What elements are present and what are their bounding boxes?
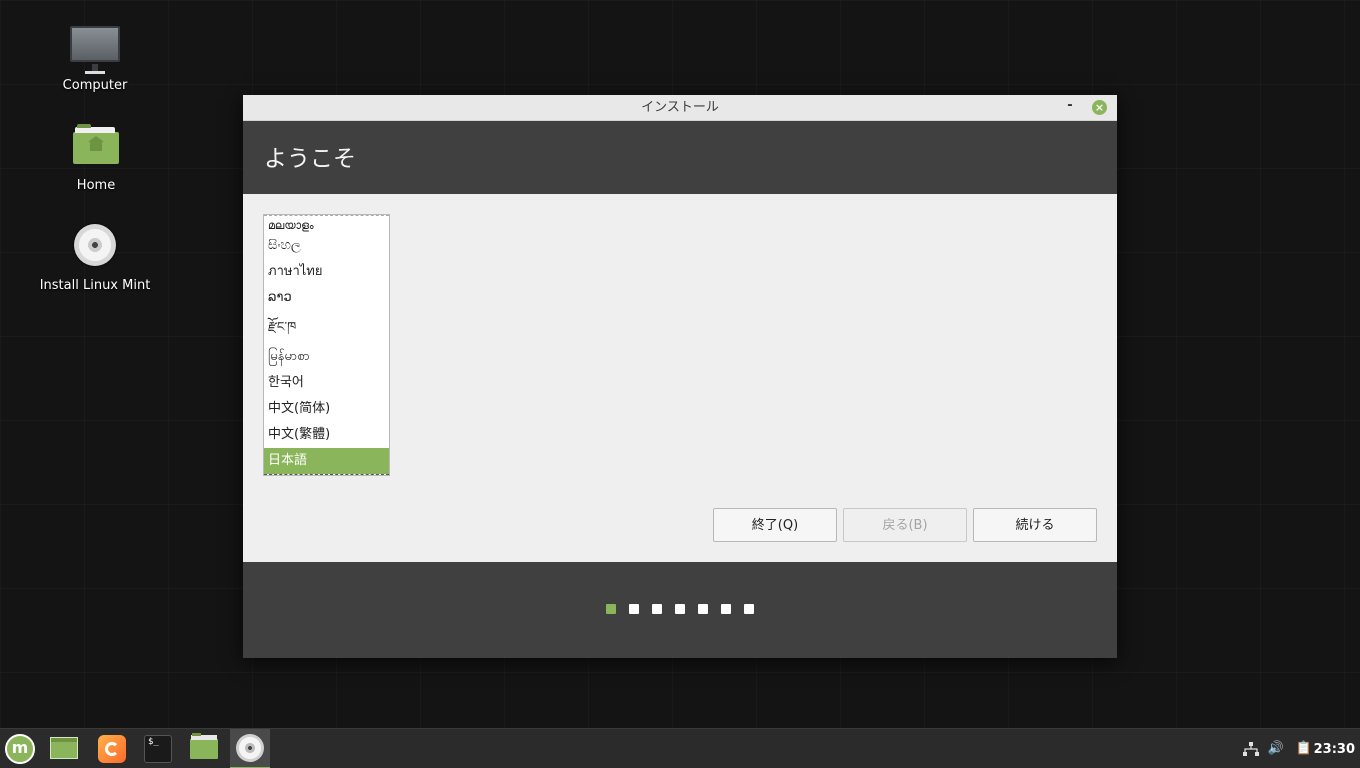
firefox-icon: [98, 735, 126, 763]
terminal-icon: $_: [144, 735, 172, 763]
list-bottom-edge: [264, 474, 389, 475]
clipboard-icon[interactable]: 📋: [1295, 741, 1313, 757]
language-list[interactable]: മലയാളം සිංහල ภาษาไทย ລາວ རྫོང་ཁ မြန်မာစာ…: [263, 214, 390, 476]
back-button[interactable]: 戻る(B): [843, 508, 967, 542]
step-dot: [629, 604, 639, 614]
language-item-thai[interactable]: ภาษาไทย: [264, 259, 389, 285]
taskbar: $_ 🔊 📋 23:30: [0, 728, 1360, 768]
desktop-icon-computer[interactable]: Computer: [35, 22, 155, 93]
step-dot: [721, 604, 731, 614]
language-item-burmese[interactable]: မြန်မာစာ: [264, 344, 389, 370]
firefox-launcher[interactable]: [92, 729, 132, 768]
continue-button[interactable]: 続ける: [973, 508, 1097, 542]
language-item-lao[interactable]: ລາວ: [264, 285, 389, 311]
language-item-sinhala[interactable]: සිංහල: [264, 233, 389, 259]
step-dot: [606, 604, 616, 614]
page-header: ようこそ: [243, 121, 1117, 194]
step-dot: [744, 604, 754, 614]
language-item-malayalam[interactable]: മലയാളം: [264, 215, 389, 232]
window-titlebar[interactable]: インストール - ×: [243, 95, 1117, 121]
desktop-icon-label: Computer: [62, 78, 128, 93]
disc-icon: [236, 734, 264, 762]
close-button[interactable]: ×: [1092, 100, 1107, 115]
step-dot: [652, 604, 662, 614]
language-item-dzongkha[interactable]: རྫོང་ཁ: [264, 311, 389, 344]
list-top-edge: [264, 215, 389, 216]
terminal-launcher[interactable]: $_: [138, 729, 178, 768]
language-item-chinese-traditional[interactable]: 中文(繁體): [264, 422, 389, 448]
desktop-icon-install-linux-mint[interactable]: Install Linux Mint: [35, 222, 155, 293]
quit-button[interactable]: 終了(Q): [713, 508, 837, 542]
page-title: ようこそ: [264, 146, 356, 172]
show-desktop-button[interactable]: [44, 729, 84, 768]
content-area: മലയാളം සිංහල ภาษาไทย ລາວ རྫོང་ཁ မြန်မာစာ…: [243, 194, 1117, 562]
clock[interactable]: 23:30: [1314, 729, 1355, 768]
files-launcher[interactable]: [184, 729, 224, 768]
show-desktop-icon: [50, 737, 78, 759]
language-item-chinese-simplified[interactable]: 中文(简体): [264, 396, 389, 422]
step-dot: [698, 604, 708, 614]
desktop-icon-label: Home: [76, 178, 116, 193]
progress-footer: [243, 562, 1117, 658]
desktop-icon-label: Install Linux Mint: [39, 278, 151, 293]
desktop-icon-home[interactable]: Home: [36, 122, 156, 193]
language-item-korean[interactable]: 한국어: [264, 370, 389, 396]
minimize-button[interactable]: -: [1061, 95, 1079, 120]
menu-button[interactable]: [0, 729, 40, 768]
step-indicator: [243, 604, 1117, 614]
mint-logo-icon: [5, 734, 35, 764]
network-icon[interactable]: [1242, 741, 1260, 757]
volume-icon[interactable]: 🔊: [1267, 741, 1285, 757]
language-item-japanese[interactable]: 日本語: [264, 448, 389, 474]
step-dot: [675, 604, 685, 614]
folder-icon: [190, 733, 218, 759]
installer-window: インストール - × ようこそ മലയാളം සිංහල ภาษาไทย ລາວ…: [243, 95, 1117, 658]
window-title: インストール: [641, 100, 719, 115]
installer-taskbar-button[interactable]: [230, 729, 270, 768]
disc-icon: [35, 222, 155, 272]
computer-icon: [35, 22, 155, 74]
home-folder-icon: [36, 122, 156, 172]
